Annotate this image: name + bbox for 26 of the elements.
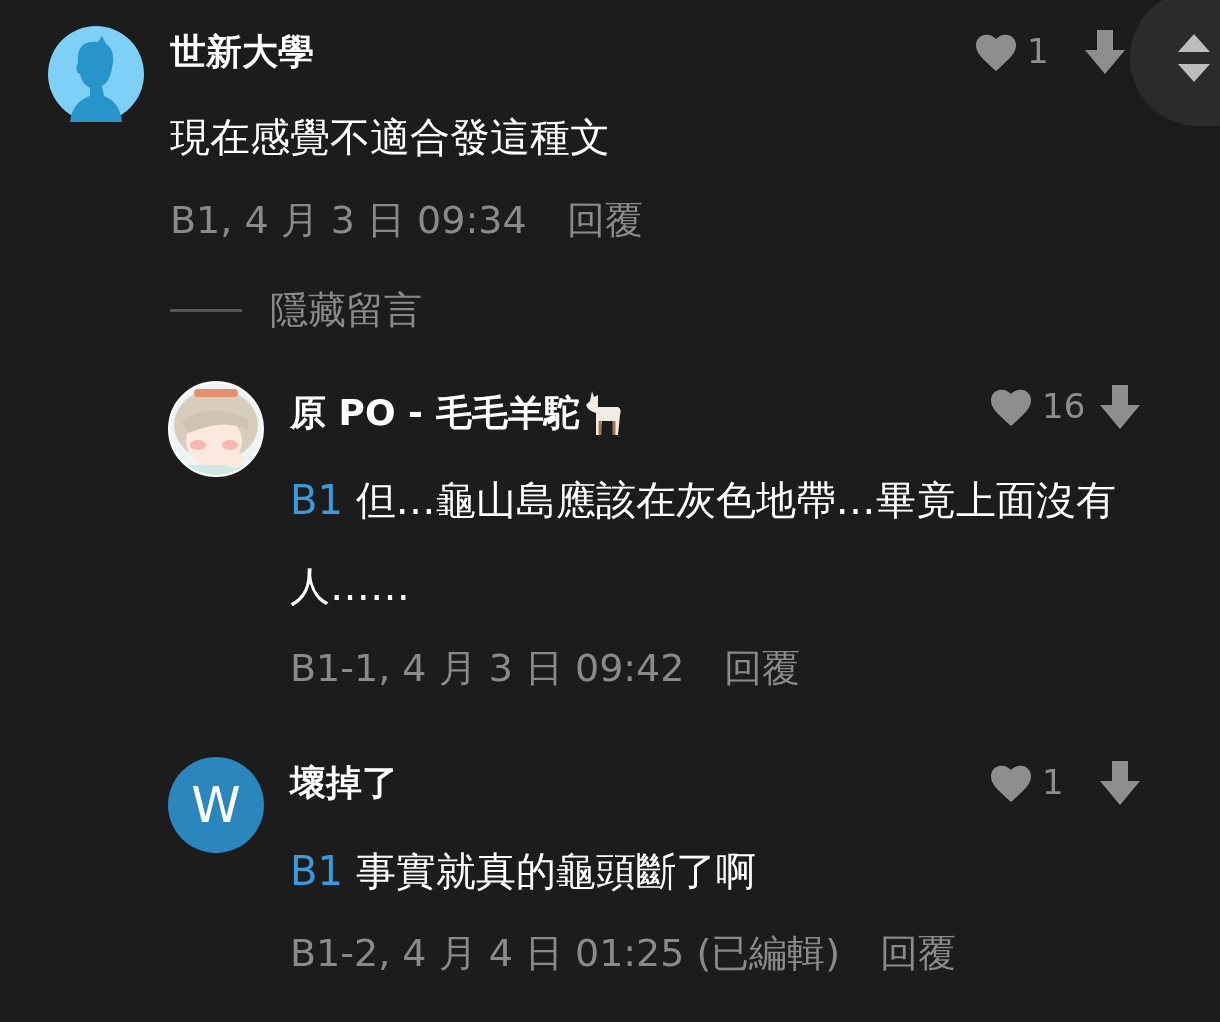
comment-meta: B1-1, 4 月 3 日 09:42 (290, 649, 685, 687)
avatar[interactable]: W (168, 757, 264, 853)
author-name[interactable]: 世新大學 (170, 34, 314, 70)
downvote-icon[interactable] (1100, 384, 1140, 429)
like-count: 16 (1042, 385, 1087, 428)
chevron-up-icon (1178, 34, 1210, 52)
chevron-down-icon (1178, 64, 1210, 82)
comment-body: 現在感覺不適合發這種文 (170, 117, 611, 157)
comment-body: B1 但…龜山島應該在灰色地帶…畢竟上面沒有人…… (290, 476, 1117, 611)
like-count: 1 (1042, 761, 1065, 804)
reply-link[interactable]: 回覆 (566, 201, 643, 239)
reply-link[interactable]: 回覆 (724, 649, 801, 687)
floor-tag[interactable]: B1 (290, 848, 343, 894)
comment-meta: B1, 4 月 3 日 09:34 (170, 201, 527, 239)
hide-replies-button[interactable]: 隱藏留言 (270, 291, 422, 329)
edited-note: (已編輯) (696, 934, 841, 972)
downvote-icon[interactable] (1100, 760, 1140, 805)
floor-tag[interactable]: B1 (290, 477, 343, 523)
comment-body: B1 事實就真的龜頭斷了啊 (290, 847, 757, 896)
reply-link[interactable]: 回覆 (880, 934, 957, 972)
avatar[interactable] (48, 26, 144, 122)
comment-meta: B1-2, 4 月 4 日 01:25 (290, 934, 685, 972)
author-name[interactable]: 壞掉了 (290, 765, 398, 801)
like-count: 1 (1027, 30, 1050, 73)
author-name[interactable]: 原 PO - 毛毛羊駝 (290, 395, 580, 431)
downvote-icon[interactable] (1085, 29, 1125, 74)
